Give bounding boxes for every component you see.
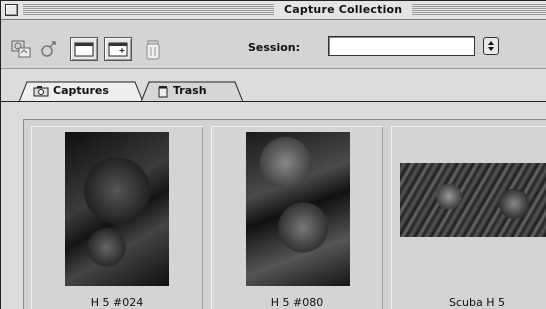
capture-icon <box>11 40 31 58</box>
capture-thumbnail <box>246 132 350 286</box>
folder-icon <box>74 42 94 57</box>
trash-button[interactable] <box>141 37 165 61</box>
tab-captures[interactable]: Captures <box>19 81 145 103</box>
capture-thumbnail <box>400 163 546 237</box>
camera-icon <box>33 86 49 97</box>
link-icon <box>41 41 56 57</box>
trash-can-icon <box>158 85 168 97</box>
tab-trash[interactable]: Trash <box>141 81 245 103</box>
updown-arrows-icon <box>488 41 494 51</box>
session-input[interactable] <box>328 36 475 56</box>
new-folder-button[interactable] <box>104 37 132 61</box>
capture-item[interactable]: H 5 #080 <box>211 126 383 309</box>
tab-baseline <box>1 101 546 102</box>
link-button[interactable] <box>37 37 61 61</box>
tab-captures-label: Captures <box>53 84 109 97</box>
session-label: Session: <box>248 41 301 54</box>
close-box[interactable] <box>5 4 18 16</box>
captures-grid: H 5 #024 H 5 #080 Scuba H 5 <box>23 119 546 309</box>
capture-item[interactable]: H 5 #024 <box>31 126 203 309</box>
capture-label: Scuba H 5 <box>449 296 505 309</box>
capture-thumbnail <box>65 132 169 286</box>
window-title: Capture Collection <box>274 2 413 18</box>
title-bar[interactable]: Capture Collection <box>1 1 546 20</box>
session-popup-button[interactable] <box>483 37 499 55</box>
capture-button[interactable] <box>9 37 33 61</box>
folder-button[interactable] <box>70 37 98 61</box>
capture-item[interactable]: Scuba H 5 <box>391 126 546 309</box>
new-folder-icon <box>108 42 128 57</box>
trash-can-icon <box>146 40 160 60</box>
tab-bar: Captures Trash <box>1 69 546 103</box>
toolbar: Session: <box>1 20 546 69</box>
capture-label: H 5 #080 <box>270 296 324 309</box>
tab-trash-label: Trash <box>173 84 207 97</box>
capture-collection-window: Capture Collection Session: Captures Tra… <box>0 0 546 309</box>
capture-label: H 5 #024 <box>90 296 144 309</box>
